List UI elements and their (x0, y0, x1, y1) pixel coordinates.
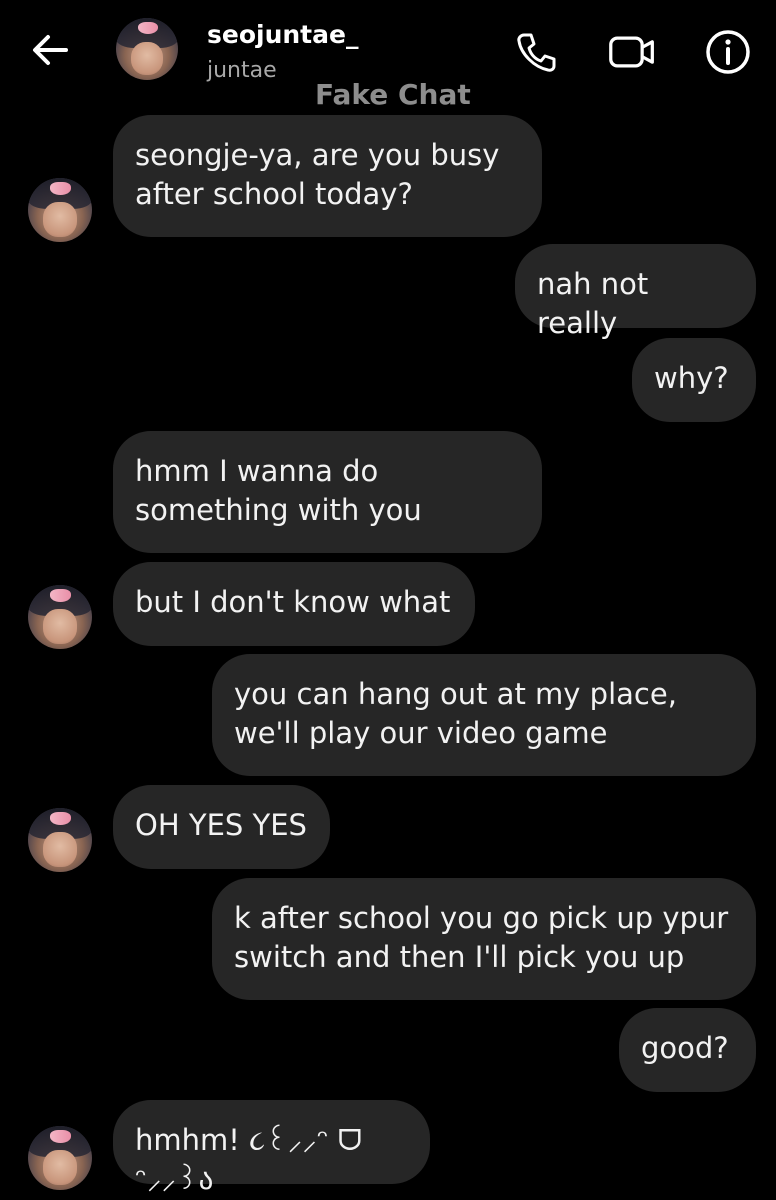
info-icon (706, 30, 750, 74)
message-bubble-incoming[interactable]: seongje-ya, are you busy after school to… (113, 115, 542, 237)
call-button[interactable] (512, 28, 560, 76)
message-bubble-outgoing[interactable]: k after school you go pick up ypur switc… (212, 878, 756, 1000)
contact-avatar[interactable] (116, 18, 178, 80)
contact-avatar (28, 585, 92, 649)
message-bubble-outgoing[interactable]: good? (619, 1008, 756, 1092)
back-button[interactable] (28, 30, 72, 70)
contact-username[interactable]: seojuntae_ (207, 20, 358, 49)
contact-avatar (28, 808, 92, 872)
arrow-left-icon (33, 35, 68, 65)
message-bubble-incoming[interactable]: but I don't know what (113, 562, 475, 646)
message-bubble-outgoing[interactable]: nah not really (515, 244, 756, 340)
message-bubble-incoming[interactable]: hmhm! ૮꒰⸝⸝ᵔ ᗜ ᵔ⸝⸝꒱ა (113, 1100, 430, 1196)
contact-name: juntae (207, 58, 277, 83)
message-bubble-outgoing[interactable]: you can hang out at my place, we'll play… (212, 654, 756, 776)
message-bubble-outgoing[interactable]: why? (632, 338, 756, 422)
phone-icon (517, 33, 556, 72)
contact-avatar (28, 178, 92, 242)
chat-header: seojuntae_ juntae Fake Chat (0, 0, 776, 111)
watermark: Fake Chat (315, 78, 471, 111)
message-bubble-incoming[interactable]: OH YES YES (113, 785, 330, 869)
message-bubble-incoming[interactable]: hmm I wanna do something with you (113, 431, 542, 553)
info-button[interactable] (704, 28, 752, 76)
video-call-button[interactable] (608, 28, 656, 76)
video-camera-icon (609, 36, 654, 68)
contact-avatar (28, 1126, 92, 1190)
